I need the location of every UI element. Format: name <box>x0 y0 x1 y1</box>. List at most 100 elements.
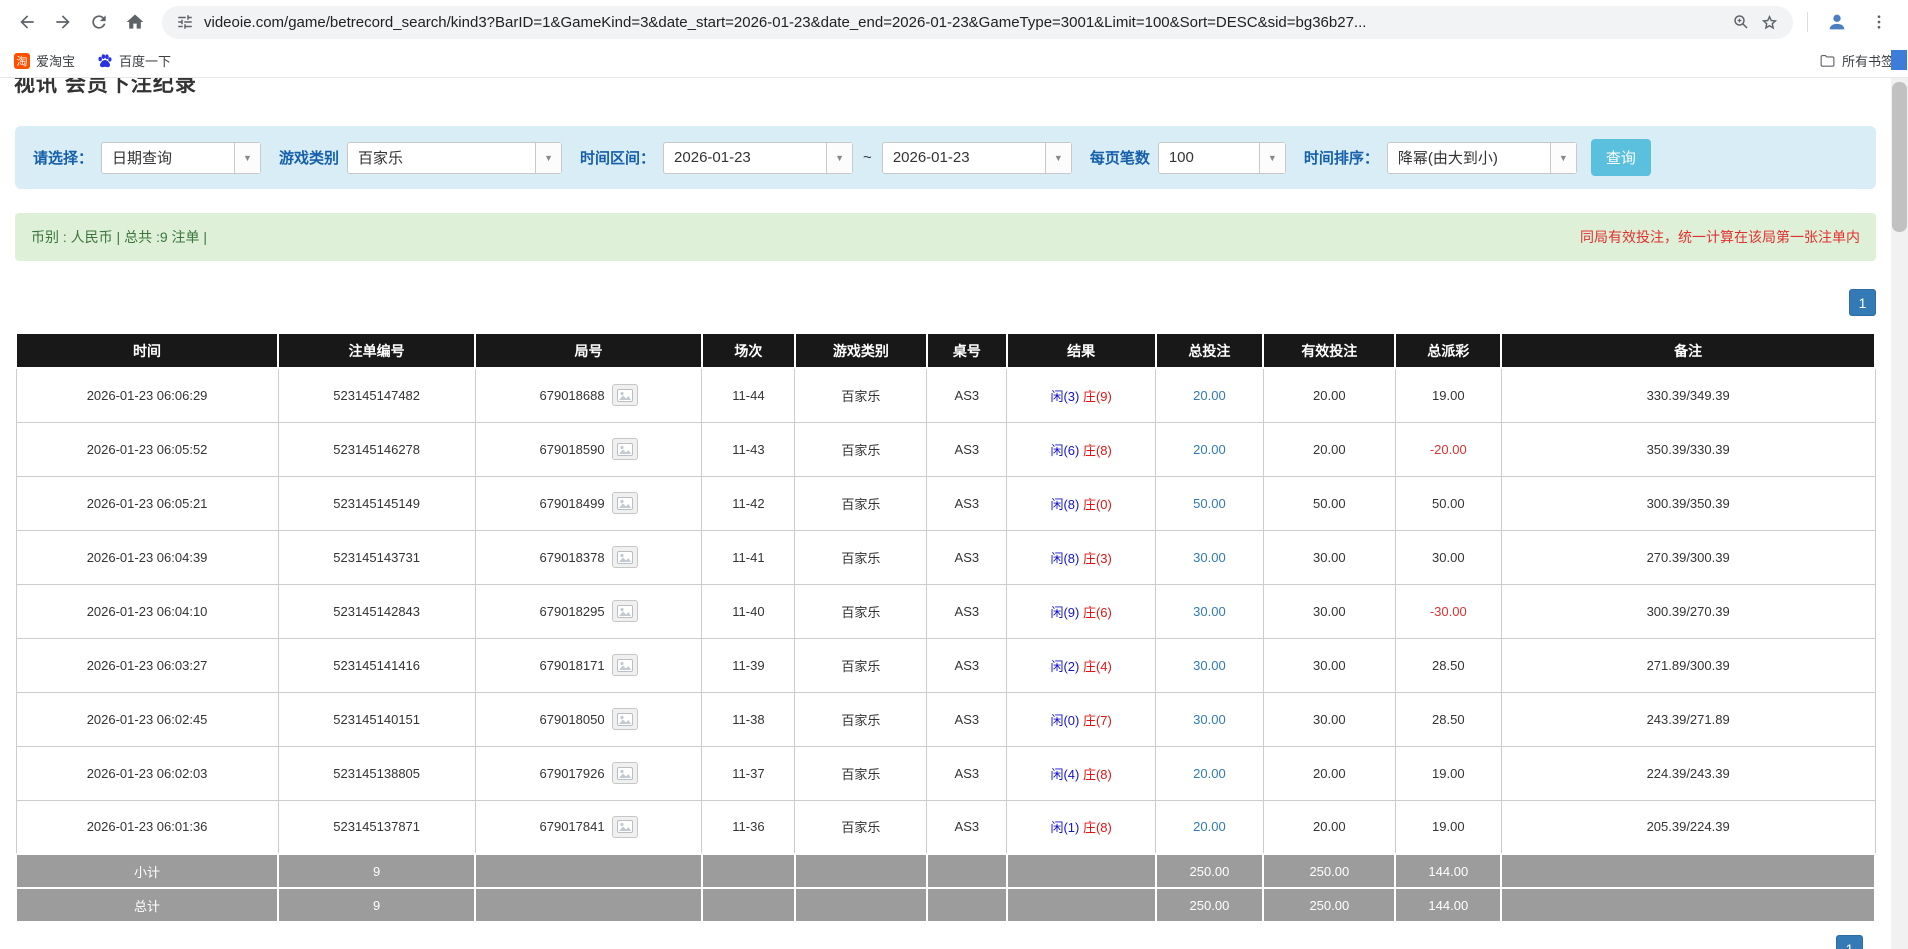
cell-time: 2026-01-23 06:04:10 <box>16 584 278 638</box>
total-row: 总计 9 250.00 250.00 144.00 <box>16 888 1875 922</box>
sort-select[interactable]: 降幂(由大到小) ▼ <box>1387 142 1577 174</box>
table-row: 2026-01-23 06:03:27 523145141416 6790181… <box>16 638 1875 692</box>
cell-total-bet: 30.00 <box>1156 692 1264 746</box>
site-settings-icon[interactable] <box>176 13 194 31</box>
cell-result: 闲(0) 庄(7) <box>1007 692 1156 746</box>
payout-value: -30.00 <box>1430 604 1467 619</box>
cell-payout: 19.00 <box>1395 746 1501 800</box>
cell-round: 679018171 <box>475 638 702 692</box>
home-button[interactable] <box>118 5 152 39</box>
search-button[interactable]: 查询 <box>1591 139 1651 176</box>
replay-icon[interactable] <box>612 654 638 676</box>
table-header-row: 时间 注单编号 局号 场次 游戏类别 桌号 结果 总投注 有效投注 总派彩 备注 <box>16 333 1875 368</box>
total-bet-link[interactable]: 20.00 <box>1193 766 1226 781</box>
cell-time: 2026-01-23 06:05:21 <box>16 476 278 530</box>
scrollbar[interactable] <box>1891 78 1908 949</box>
menu-button[interactable] <box>1862 5 1896 39</box>
subtotal-valid-bet: 250.00 <box>1263 854 1395 888</box>
all-bookmarks-button[interactable]: 所有书签 <box>1819 51 1894 70</box>
replay-icon[interactable] <box>612 708 638 730</box>
zoom-icon[interactable] <box>1732 13 1750 31</box>
reload-button[interactable] <box>82 5 116 39</box>
scrollbar-thumb[interactable] <box>1892 82 1907 232</box>
replay-icon[interactable] <box>612 816 638 838</box>
cell-valid-bet: 20.00 <box>1263 800 1395 854</box>
cell-session: 11-42 <box>702 476 795 530</box>
cell-total-bet: 20.00 <box>1156 746 1264 800</box>
cell-note: 330.39/349.39 <box>1501 368 1875 422</box>
cell-note: 300.39/350.39 <box>1501 476 1875 530</box>
cell-total-bet: 20.00 <box>1156 368 1264 422</box>
cell-note: 224.39/243.39 <box>1501 746 1875 800</box>
cell-result: 闲(2) 庄(4) <box>1007 638 1156 692</box>
total-bet-link[interactable]: 30.00 <box>1193 712 1226 727</box>
chevron-down-icon[interactable]: ▼ <box>1550 143 1576 173</box>
bookmark-baidu[interactable]: 百度一下 <box>97 51 171 70</box>
cell-session: 11-38 <box>702 692 795 746</box>
result-player: 闲(2) <box>1050 659 1079 674</box>
profile-button[interactable] <box>1820 5 1854 39</box>
bookmark-star-icon[interactable] <box>1760 13 1779 32</box>
round-number: 679018171 <box>540 658 605 673</box>
summary-bar: 币别 : 人民币 | 总共 :9 注单 | 同局有效投注，统一计算在该局第一张注… <box>15 213 1876 261</box>
cell-valid-bet: 50.00 <box>1263 476 1395 530</box>
result-player: 闲(4) <box>1050 767 1079 782</box>
game-type-value: 百家乐 <box>348 147 535 168</box>
query-type-select[interactable]: 日期查询 ▼ <box>101 142 261 174</box>
total-bet-link[interactable]: 30.00 <box>1193 550 1226 565</box>
chevron-down-icon[interactable]: ▼ <box>1259 143 1285 173</box>
replay-icon[interactable] <box>612 384 638 406</box>
total-bet-link[interactable]: 30.00 <box>1193 604 1226 619</box>
subtotal-count: 9 <box>278 854 475 888</box>
total-bet-link[interactable]: 50.00 <box>1193 496 1226 511</box>
game-type-select[interactable]: 百家乐 ▼ <box>347 142 562 174</box>
payout-value: 28.50 <box>1432 712 1465 727</box>
table-row: 2026-01-23 06:05:21 523145145149 6790184… <box>16 476 1875 530</box>
replay-icon[interactable] <box>612 546 638 568</box>
cell-game-type: 百家乐 <box>795 746 927 800</box>
result-banker: 庄(0) <box>1083 497 1112 512</box>
taobao-icon: 淘 <box>14 53 30 69</box>
total-valid-bet: 250.00 <box>1263 888 1395 922</box>
cell-round: 679018688 <box>475 368 702 422</box>
replay-icon[interactable] <box>612 438 638 460</box>
per-page-select[interactable]: 100 ▼ <box>1158 142 1286 174</box>
back-icon <box>17 12 37 32</box>
date-end-input[interactable]: 2026-01-23 ▼ <box>882 142 1072 174</box>
subtotal-total-bet: 250.00 <box>1156 854 1264 888</box>
bookmark-taobao[interactable]: 淘 爱淘宝 <box>14 51 75 70</box>
cell-result: 闲(8) 庄(0) <box>1007 476 1156 530</box>
table-body: 2026-01-23 06:06:29 523145147482 6790186… <box>16 368 1875 854</box>
total-bet-link[interactable]: 20.00 <box>1193 819 1226 834</box>
payout-value: 30.00 <box>1432 550 1465 565</box>
address-bar[interactable]: videoie.com/game/betrecord_search/kind3?… <box>162 6 1793 39</box>
total-bet-link[interactable]: 20.00 <box>1193 442 1226 457</box>
result-banker: 庄(6) <box>1083 605 1112 620</box>
pagination-page-1[interactable]: 1 <box>1849 289 1876 316</box>
chevron-down-icon[interactable]: ▼ <box>535 143 561 173</box>
bookmark-label: 百度一下 <box>119 51 171 70</box>
cell-payout: 19.00 <box>1395 800 1501 854</box>
date-start-input[interactable]: 2026-01-23 ▼ <box>663 142 853 174</box>
chevron-down-icon[interactable]: ▼ <box>1045 143 1071 173</box>
per-page-value: 100 <box>1159 149 1259 166</box>
cell-bet-no: 523145146278 <box>278 422 475 476</box>
total-bet-link[interactable]: 30.00 <box>1193 658 1226 673</box>
total-bet-link[interactable]: 20.00 <box>1193 388 1226 403</box>
forward-icon <box>53 12 73 32</box>
replay-icon[interactable] <box>612 762 638 784</box>
chevron-down-icon[interactable]: ▼ <box>234 143 260 173</box>
back-button[interactable] <box>10 5 44 39</box>
round-number: 679017926 <box>540 766 605 781</box>
header-total-bet: 总投注 <box>1156 333 1264 368</box>
currency-summary: 币别 : 人民币 | 总共 :9 注单 | <box>31 227 207 247</box>
pagination-bottom[interactable]: 1 <box>1836 935 1863 949</box>
replay-icon[interactable] <box>612 600 638 622</box>
url-text[interactable]: videoie.com/game/betrecord_search/kind3?… <box>204 14 1722 31</box>
chevron-down-icon[interactable]: ▼ <box>826 143 852 173</box>
forward-button[interactable] <box>46 5 80 39</box>
replay-icon[interactable] <box>612 492 638 514</box>
cell-round: 679018590 <box>475 422 702 476</box>
result-banker: 庄(8) <box>1083 767 1112 782</box>
round-number: 679018295 <box>540 604 605 619</box>
